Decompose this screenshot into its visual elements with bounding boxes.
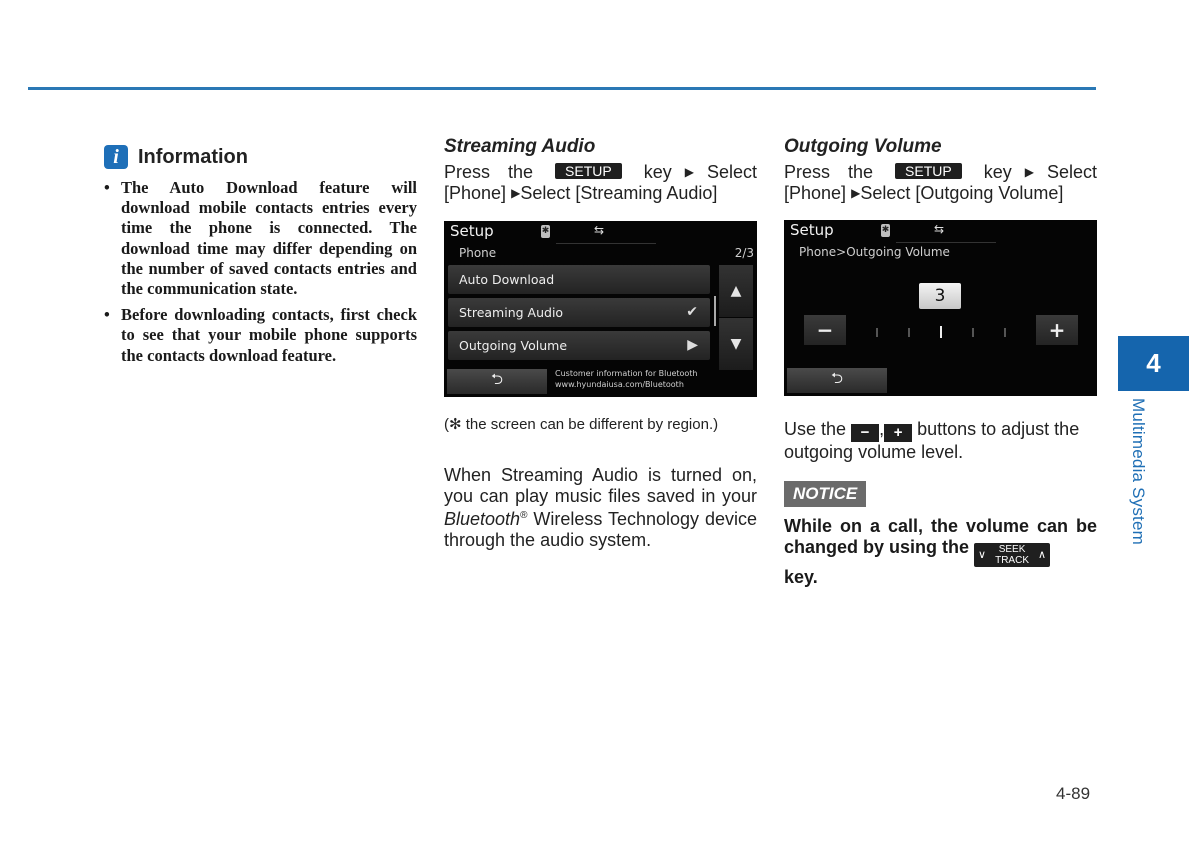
information-title: Information: [138, 145, 248, 168]
bluetooth-icon: ✱: [881, 224, 890, 237]
arrow-right-icon: ▶: [511, 185, 521, 200]
outgoing-volume-screen: Setup ✱ ⇆ Phone>Outgoing Volume 3 − + ⮌: [784, 220, 1097, 396]
scrollbar[interactable]: [714, 296, 716, 326]
setup-key-badge: SETUP: [555, 163, 622, 179]
screen-subtitle: Phone: [459, 246, 497, 260]
scroll-up-button[interactable]: ▲: [719, 265, 753, 317]
information-list: The Auto Download feature will download …: [104, 178, 417, 366]
customer-info: Customer information for Bluetooth www.h…: [555, 369, 698, 389]
page-indicator: 2/3: [734, 246, 754, 260]
minus-icon: −: [816, 318, 834, 342]
menu-item-streaming-audio[interactable]: Streaming Audio ✔: [448, 298, 710, 327]
screen-title: Setup: [790, 221, 834, 239]
checkmark-icon: ✔: [686, 304, 698, 320]
instruction-line-2: [Phone] ▶Select [Outgoing Volume]: [784, 182, 1064, 203]
plus-button-icon: +: [884, 424, 913, 442]
plus-icon: +: [1048, 318, 1066, 342]
screen-title: Setup: [450, 222, 494, 240]
streaming-audio-section: Streaming Audio Press the SETUP key▶Sele…: [444, 136, 757, 203]
chevron-up-icon: ∧: [1037, 548, 1047, 561]
header-divider: [556, 243, 656, 244]
setup-key-badge: SETUP: [895, 163, 962, 179]
volume-up-button[interactable]: +: [1036, 315, 1078, 345]
information-bullet: Before downloading contacts, first check…: [104, 305, 417, 366]
information-header: i Information: [104, 142, 417, 172]
back-arrow-icon: ⮌: [490, 370, 503, 388]
streaming-audio-description: When Streaming Audio is turned on, you c…: [444, 465, 757, 550]
chapter-label: Multimedia System: [1129, 398, 1148, 545]
back-button[interactable]: ⮌: [447, 369, 547, 394]
triangle-up-icon: ▲: [730, 283, 742, 299]
notice-badge: NOTICE: [784, 481, 867, 507]
volume-tick[interactable]: [876, 328, 878, 337]
arrow-right-icon: ▶: [687, 337, 698, 353]
notice-text: While on a call, the volume can be chang…: [784, 516, 1097, 587]
triangle-down-icon: ▼: [730, 336, 742, 352]
streaming-audio-screen: Setup ✱ ⇆ Phone 2/3 Auto Download Stream…: [444, 221, 757, 397]
info-icon: i: [104, 145, 128, 169]
chevron-down-icon: ∨: [978, 548, 987, 561]
instruction-line-2: [Phone] ▶Select [Streaming Audio]: [444, 182, 718, 203]
information-bullet: The Auto Download feature will download …: [104, 178, 417, 299]
volume-usage-text: Use the −, + buttons to adjust the outgoi…: [784, 419, 1080, 462]
bluetooth-icon: ✱: [541, 225, 550, 238]
menu-item-auto-download[interactable]: Auto Download: [448, 265, 710, 294]
screen-caption: (✻ the screen can be different by region…: [444, 416, 719, 433]
usb-icon: ⇆: [934, 222, 945, 236]
volume-value: 3: [919, 283, 961, 309]
screen-breadcrumb: Phone>Outgoing Volume: [799, 245, 950, 259]
menu-item-outgoing-volume[interactable]: Outgoing Volume ▶: [448, 331, 710, 360]
header-rule: [28, 87, 1096, 90]
back-button[interactable]: ⮌: [787, 368, 887, 393]
arrow-right-icon: ▶: [851, 185, 861, 200]
outgoing-volume-section: Outgoing Volume Press the SETUP key▶Sele…: [784, 136, 1097, 203]
volume-tick-active[interactable]: [940, 326, 942, 338]
header-divider: [896, 242, 996, 243]
instruction-line-1: Press the SETUP key▶Select: [784, 162, 1097, 182]
volume-tick[interactable]: [908, 328, 910, 337]
back-arrow-icon: ⮌: [830, 369, 843, 387]
instruction-line-1: Press the SETUP key▶Select: [444, 162, 757, 182]
minus-button-icon: −: [851, 424, 880, 442]
volume-tick[interactable]: [1004, 328, 1006, 337]
scroll-down-button[interactable]: ▼: [719, 318, 753, 370]
arrow-right-icon: ▶: [1011, 165, 1047, 179]
chapter-tab: 4: [1118, 336, 1189, 391]
usb-icon: ⇆: [594, 223, 605, 237]
section-title: Streaming Audio: [444, 136, 596, 157]
volume-down-button[interactable]: −: [804, 315, 846, 345]
volume-tick[interactable]: [972, 328, 974, 337]
section-title: Outgoing Volume: [784, 136, 942, 157]
page-number: 4-89: [1056, 784, 1091, 803]
seek-track-key: ∨ SEEK TRACK ∧: [974, 542, 1051, 567]
arrow-right-icon: ▶: [671, 165, 707, 179]
information-box: i Information The Auto Download feature …: [104, 142, 417, 372]
